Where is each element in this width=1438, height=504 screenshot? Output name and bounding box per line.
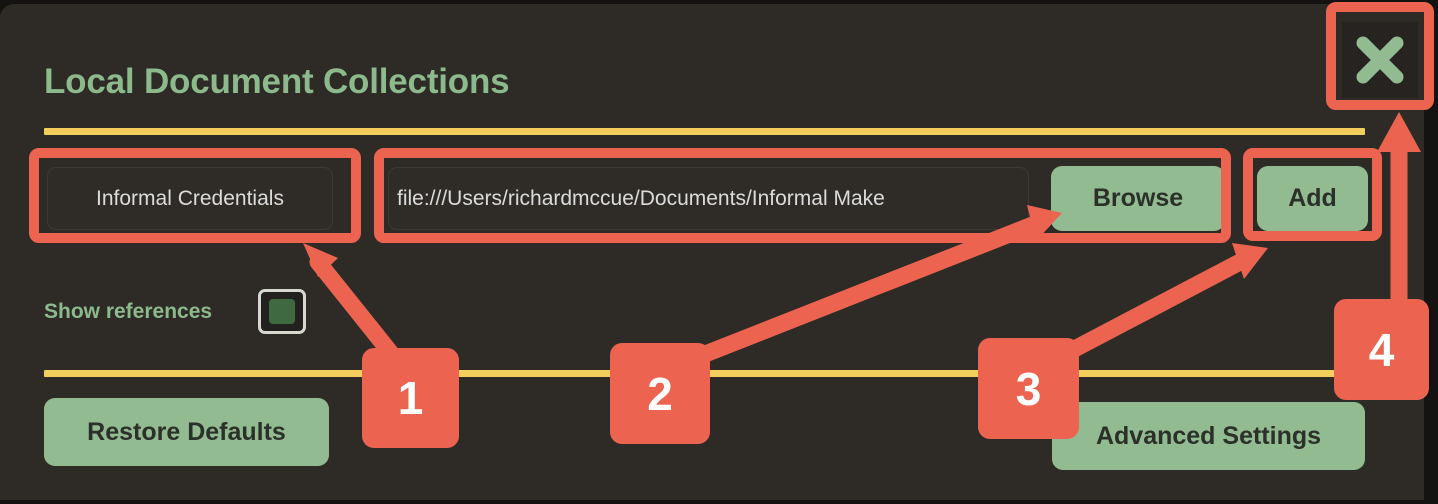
local-document-collections-dialog: Local Document Collections Informal Cred… [0, 4, 1424, 500]
collection-path-input[interactable]: file:///Users/richardmccue/Documents/Inf… [388, 167, 1029, 230]
divider-top [44, 128, 1365, 135]
close-x-icon [1352, 32, 1408, 88]
show-references-checkbox[interactable] [258, 289, 306, 334]
page-title: Local Document Collections [44, 62, 510, 101]
add-button[interactable]: Add [1257, 166, 1368, 231]
restore-defaults-button[interactable]: Restore Defaults [44, 398, 329, 466]
screenshot-root: Local Document Collections Informal Cred… [0, 0, 1438, 504]
collection-name-input[interactable]: Informal Credentials [47, 167, 333, 230]
close-button[interactable] [1342, 22, 1418, 98]
browse-button[interactable]: Browse [1051, 166, 1225, 231]
divider-bottom [44, 370, 1365, 377]
checkbox-fill-icon [269, 299, 295, 324]
advanced-settings-button[interactable]: Advanced Settings [1052, 402, 1365, 470]
show-references-label: Show references [44, 300, 213, 323]
